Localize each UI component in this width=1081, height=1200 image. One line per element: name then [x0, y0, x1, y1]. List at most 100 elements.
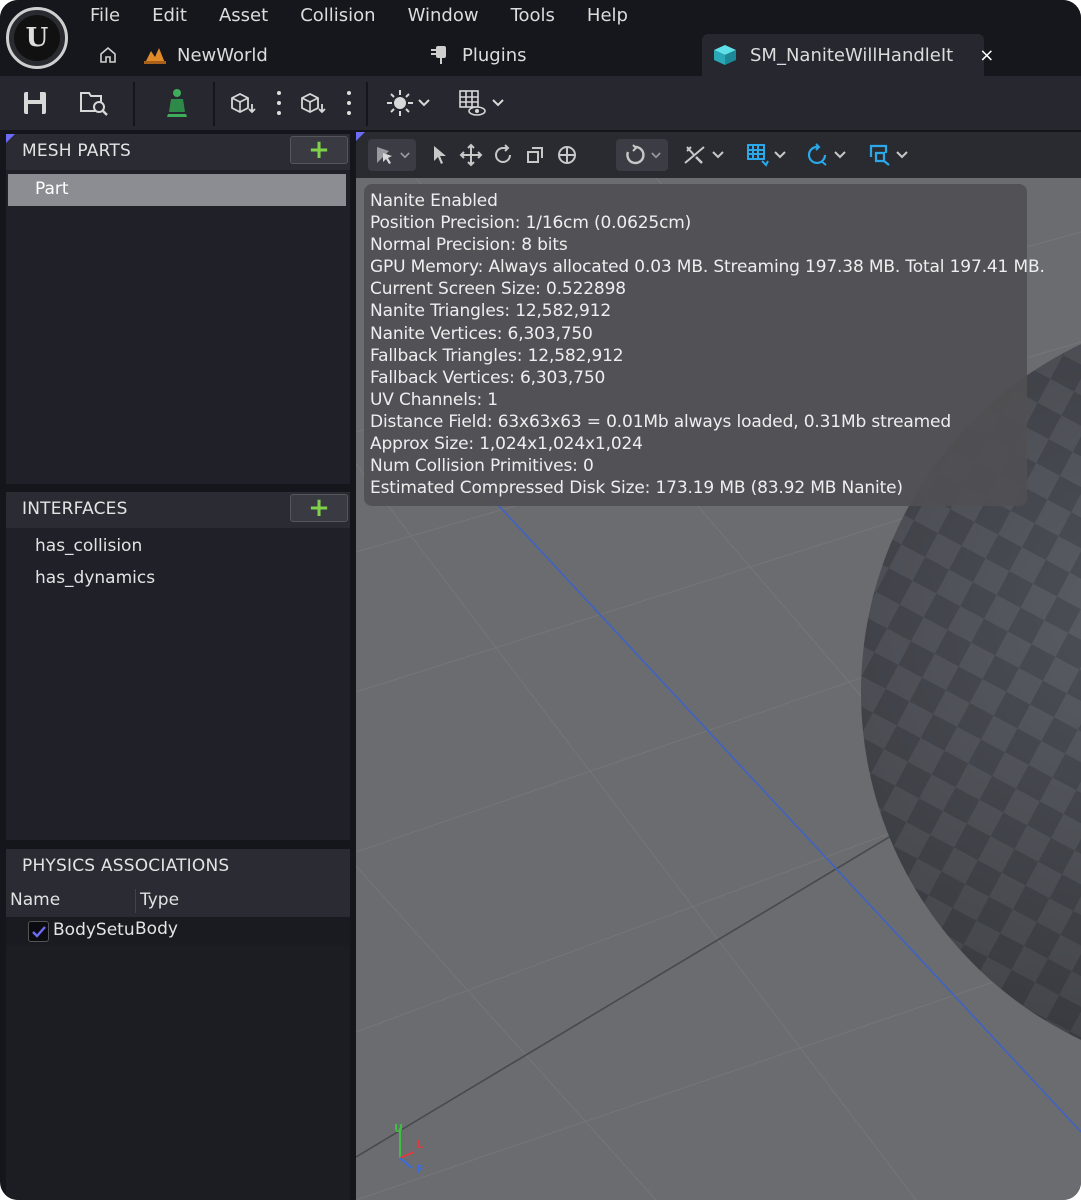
interfaces-title: INTERFACES — [22, 499, 128, 519]
stat-line: Nanite Triangles: 12,582,912 — [370, 301, 612, 322]
stat-line: Fallback Vertices: 6,303,750 — [370, 367, 606, 388]
stat-line: Nanite Enabled — [370, 191, 498, 211]
column-type[interactable]: Type — [140, 890, 179, 910]
rotate-icon — [491, 143, 515, 167]
stat-line: Current Screen Size: 0.522898 — [370, 279, 626, 300]
physics-figure-icon — [165, 88, 189, 118]
panel-corner-marker — [6, 134, 15, 143]
menu-edit[interactable]: Edit — [136, 4, 203, 30]
save-button[interactable] — [18, 84, 52, 122]
menu-help[interactable]: Help — [571, 4, 644, 30]
rotation-snap-icon — [806, 143, 830, 167]
coordinate-space-dropdown[interactable] — [616, 139, 668, 171]
table-row[interactable]: BodySetup Body — [6, 917, 350, 945]
browse-icon — [78, 89, 110, 117]
mesh-parts-title: MESH PARTS — [22, 141, 131, 161]
list-item[interactable]: has_dynamics — [8, 563, 346, 595]
stat-line: Nanite Vertices: 6,303,750 — [370, 323, 593, 344]
physics-associations-title: PHYSICS ASSOCIATIONS — [22, 856, 230, 876]
stat-line: Normal Precision: 8 bits — [370, 235, 568, 256]
toolbar-separator — [213, 82, 215, 126]
panel-corner-marker — [356, 132, 365, 141]
menu-tools[interactable]: Tools — [495, 4, 571, 30]
add-interface-button[interactable]: + — [290, 494, 348, 522]
table-header: Name Type — [6, 885, 350, 917]
stat-line: Fallback Triangles: 12,582,912 — [370, 345, 624, 366]
chevron-down-icon — [896, 151, 908, 159]
menu-file[interactable]: File — [74, 4, 136, 30]
column-name[interactable]: Name — [10, 890, 60, 910]
stat-line: Distance Field: 63x63x63 = 0.01Mb always… — [370, 411, 952, 432]
list-item[interactable]: has_collision — [8, 531, 346, 563]
tab-static-mesh[interactable]: SM_NaniteWillHandleIt × — [702, 34, 994, 76]
column-divider[interactable] — [135, 889, 136, 913]
toolbar-separator — [366, 82, 368, 126]
tab-newworld-label: NewWorld — [177, 44, 268, 66]
row-type: Body — [135, 919, 178, 939]
chevron-down-icon — [774, 151, 786, 159]
physics-associations-panel: PHYSICS ASSOCIATIONS Name Type BodySetup… — [6, 849, 350, 1200]
grid-snap-dropdown[interactable] — [742, 139, 790, 171]
cursor-icon — [431, 144, 449, 166]
physics-associations-header: PHYSICS ASSOCIATIONS — [6, 849, 350, 885]
interfaces-header: INTERFACES + — [6, 492, 350, 528]
close-tab-icon[interactable]: × — [979, 45, 994, 66]
chevron-down-icon — [651, 151, 661, 159]
grid-snap-icon — [746, 143, 770, 167]
sun-icon — [386, 89, 414, 117]
row-checkbox[interactable] — [28, 921, 49, 942]
stat-line: UV Channels: 1 — [370, 389, 498, 410]
unreal-logo[interactable]: U — [6, 7, 68, 69]
rotate-tool-button[interactable] — [490, 139, 516, 171]
more-options-icon[interactable] — [347, 91, 351, 115]
save-icon — [22, 90, 48, 116]
show-grid-dropdown[interactable] — [455, 84, 507, 122]
mesh-parts-header: MESH PARTS + — [6, 134, 350, 170]
stat-line: Num Collision Primitives: 0 — [370, 456, 594, 477]
mesh-icon — [228, 90, 260, 116]
interfaces-panel: INTERFACES + has_collision has_dynamics — [6, 492, 350, 840]
rotation-snap-dropdown[interactable] — [802, 139, 850, 171]
surface-snap-dropdown[interactable] — [678, 139, 728, 171]
chevron-down-icon — [418, 99, 430, 107]
menu-asset[interactable]: Asset — [203, 4, 284, 30]
checkmark-icon — [31, 925, 47, 939]
mesh-button-1[interactable] — [228, 84, 260, 122]
stat-line: Approx Size: 1,024x1,024x1,024 — [370, 434, 643, 455]
level-icon — [143, 45, 167, 65]
tab-newworld[interactable]: NewWorld — [143, 34, 268, 76]
transform-tool-button[interactable] — [554, 139, 580, 171]
mesh-icon — [298, 90, 330, 116]
scale-tool-button[interactable] — [522, 139, 548, 171]
stat-line: Position Precision: 1/16cm (0.0625cm) — [370, 213, 692, 234]
title-bar: U File Edit Asset Collision Window Tools… — [0, 0, 1081, 76]
scale-snap-icon — [868, 143, 892, 167]
main-toolbar — [0, 76, 1081, 130]
menu-window[interactable]: Window — [392, 4, 495, 30]
menu-collision[interactable]: Collision — [284, 4, 391, 30]
more-options-icon[interactable] — [277, 91, 281, 115]
mesh-parts-panel: MESH PARTS + Part — [6, 134, 350, 484]
editor-window: U File Edit Asset Collision Window Tools… — [0, 0, 1081, 1200]
chevron-down-icon — [712, 151, 724, 159]
tab-static-mesh-label: SM_NaniteWillHandleIt — [750, 44, 954, 66]
lighting-dropdown[interactable] — [382, 84, 434, 122]
home-tab[interactable] — [98, 34, 124, 76]
viewport-toolbar — [356, 132, 1081, 178]
select-tool-button[interactable] — [428, 139, 452, 171]
axis-left-label: L — [416, 1138, 424, 1151]
browse-button[interactable] — [76, 84, 112, 122]
chevron-down-icon — [834, 151, 846, 159]
translate-tool-button[interactable] — [458, 139, 484, 171]
select-mode-dropdown[interactable] — [368, 139, 416, 171]
scale-snap-dropdown[interactable] — [864, 139, 912, 171]
mesh-button-2[interactable] — [298, 84, 330, 122]
select-mode-icon — [374, 144, 396, 166]
viewport[interactable]: Nanite Enabled Position Precision: 1/16c… — [356, 132, 1081, 1200]
add-mesh-part-button[interactable]: + — [290, 136, 348, 164]
toolbar-separator — [133, 82, 135, 126]
tab-plugins[interactable]: Plugins — [428, 34, 526, 76]
physics-asset-button[interactable] — [160, 84, 194, 122]
document-tabs: NewWorld Plugins SM_NaniteWillHandleIt × — [88, 34, 1081, 76]
list-item[interactable]: Part — [8, 174, 346, 206]
